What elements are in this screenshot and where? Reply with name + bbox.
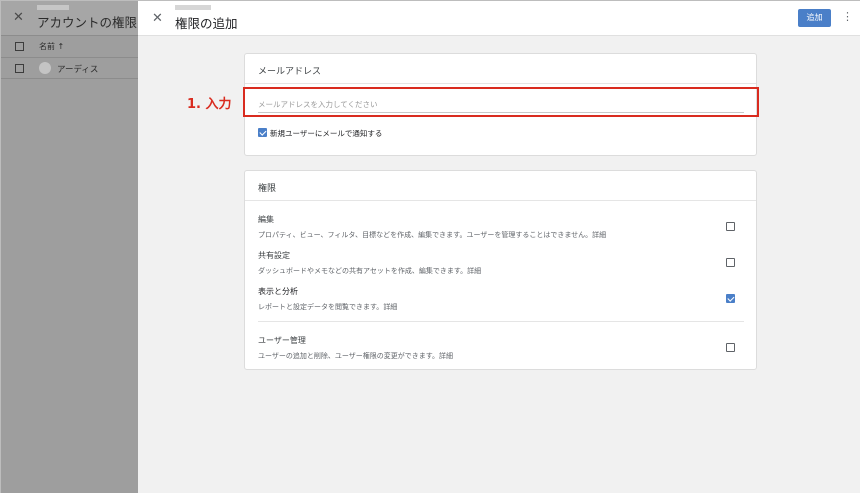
perm-share-checkbox[interactable] — [726, 258, 735, 267]
perm-edit-description: プロパティ、ビュー、フィルタ、目標などを作成、編集できます。ユーザーを管理するこ… — [258, 231, 607, 239]
user-row[interactable]: アーディス — [1, 57, 138, 79]
detail-link[interactable]: 詳細 — [383, 303, 397, 311]
background-title: アカウントの権限 — [37, 15, 138, 30]
avatar-icon — [39, 62, 51, 74]
perm-edit-checkbox[interactable] — [726, 222, 735, 231]
perm-user-mgmt-description: ユーザーの追加と削除、ユーザー権限の変更ができます。詳細 — [258, 352, 454, 360]
dialog-header: ✕ 権限の追加 追加 ⋮ — [138, 1, 860, 36]
background-header: ✕ アカウントの権限 — [1, 1, 138, 35]
divider — [245, 200, 756, 201]
notify-checkbox[interactable] — [258, 128, 267, 137]
perm-user-mgmt-name: ユーザー管理 — [258, 336, 306, 345]
email-section-heading: メールアドレス — [258, 67, 322, 77]
select-all-checkbox[interactable] — [15, 42, 24, 51]
permissions-section-heading: 権限 — [258, 184, 277, 194]
name-column-header[interactable]: 名前 ↑ — [39, 41, 64, 52]
perm-read-description: レポートと設定データを閲覧できます。詳細 — [258, 303, 398, 311]
user-row-checkbox[interactable] — [15, 64, 24, 73]
user-name: アーディス — [57, 65, 99, 75]
column-header-row: 名前 ↑ — [1, 35, 138, 57]
redacted-text — [37, 5, 69, 10]
detail-link[interactable]: 詳細 — [592, 231, 606, 239]
detail-link[interactable]: 詳細 — [439, 352, 453, 360]
redacted-text — [175, 5, 211, 10]
close-icon[interactable]: ✕ — [152, 11, 163, 26]
notify-label: 新規ユーザーにメールで通知する — [270, 129, 383, 138]
add-button[interactable]: 追加 — [798, 9, 831, 27]
perm-share-description: ダッシュボードやメモなどの共有アセットを作成、編集できます。詳細 — [258, 267, 482, 275]
perm-share-name: 共有設定 — [258, 251, 290, 260]
close-icon[interactable]: ✕ — [13, 10, 24, 25]
perm-read-name: 表示と分析 — [258, 287, 298, 296]
perm-read-checkbox[interactable] — [726, 294, 735, 303]
annotation-label: 1. 入力 — [187, 97, 232, 112]
dialog-title: 権限の追加 — [175, 16, 238, 31]
annotation-highlight-box — [243, 87, 759, 117]
perm-user-mgmt-checkbox[interactable] — [726, 343, 735, 352]
background-account-panel: ✕ アカウントの権限 名前 ↑ アーディス — [1, 1, 138, 493]
divider — [258, 321, 744, 322]
perm-edit-name: 編集 — [258, 215, 274, 224]
permissions-card: 権限 編集 プロパティ、ビュー、フィルタ、目標などを作成、編集できます。ユーザー… — [244, 170, 757, 370]
detail-link[interactable]: 詳細 — [467, 267, 481, 275]
more-options-icon[interactable]: ⋮ — [842, 10, 853, 23]
divider — [245, 83, 756, 84]
